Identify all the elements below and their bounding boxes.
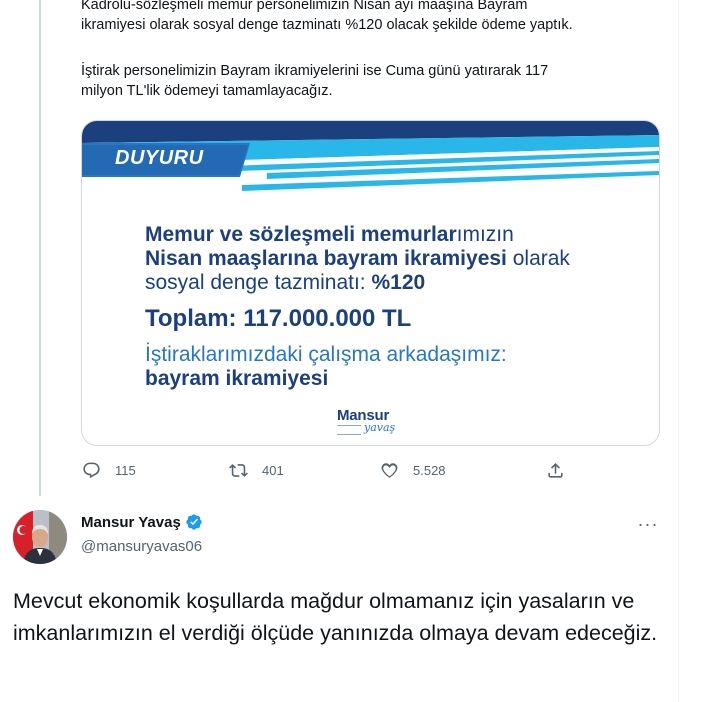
announcement-total: Toplam: 117.000.000 TL bbox=[145, 305, 412, 332]
tweet-text-line: İştirak personelimizin Bayram ikramiyele… bbox=[81, 63, 549, 79]
mansur-yavas-logo: Mansur yavaş bbox=[334, 407, 404, 439]
like-button[interactable]: 5.528 bbox=[380, 458, 446, 482]
logo-script: yavaş bbox=[364, 421, 396, 434]
announcement-line-2: Nisan maaşlarına bayram ikramiyesi olara… bbox=[145, 247, 570, 270]
like-icon bbox=[381, 462, 398, 478]
author-handle[interactable]: @mansuryavas06 bbox=[81, 538, 202, 555]
tweet-main-text: Mevcut ekonomik koşullarda mağdur olmama… bbox=[13, 589, 658, 645]
author-name-text: Mansur Yavaş bbox=[81, 513, 181, 531]
timeline-border bbox=[678, 0, 679, 702]
tweet-text-paragraph-2: İştirak personelimizin Bayram ikramiyele… bbox=[81, 62, 671, 101]
avatar-photo bbox=[13, 510, 67, 564]
announcement-line-3: sosyal denge tazminatı: %120 bbox=[145, 271, 426, 294]
tweet-text-line: ikramiyesi olarak sosyal denge tazminatı… bbox=[81, 16, 573, 33]
author-name[interactable]: Mansur Yavaş bbox=[81, 513, 203, 531]
logo-decoration bbox=[337, 425, 361, 435]
verified-badge-icon bbox=[186, 514, 202, 530]
author-avatar[interactable] bbox=[13, 510, 67, 564]
tweet-media-image[interactable]: DUYURU Memur ve sözleşmeli memurlarımızı… bbox=[81, 120, 660, 446]
tweet-text-paragraph-1: Kadrolu-sözleşmeli memur personelimizin … bbox=[81, 0, 671, 35]
announcement-line-1: Memur ve sözleşmeli memurlarımızın bbox=[145, 223, 514, 246]
share-button[interactable] bbox=[546, 458, 565, 482]
more-icon[interactable]: ··· bbox=[636, 512, 660, 536]
reply-icon bbox=[83, 462, 100, 478]
like-count: 5.528 bbox=[413, 462, 446, 478]
thread-connector-line bbox=[39, 0, 41, 496]
announcement-line-6: bayram ikramiyesi bbox=[145, 367, 329, 390]
share-icon bbox=[548, 462, 563, 478]
reply-button[interactable]: 115 bbox=[82, 458, 136, 482]
reply-count: 115 bbox=[115, 462, 136, 478]
retweet-button[interactable]: 401 bbox=[229, 458, 284, 482]
tweet-text-line: milyon TL'lik ödemeyi tamamlayacağız. bbox=[81, 82, 333, 99]
announcement-badge: DUYURU bbox=[115, 147, 204, 169]
retweet-count: 401 bbox=[262, 462, 284, 478]
tweet-text-line: Kadrolu-sözleşmeli memur personelimizin … bbox=[81, 0, 528, 13]
retweet-icon bbox=[229, 463, 248, 477]
announcement-line-5: İştiraklarımızdaki çalışma arkadaşımız: bbox=[145, 343, 507, 366]
